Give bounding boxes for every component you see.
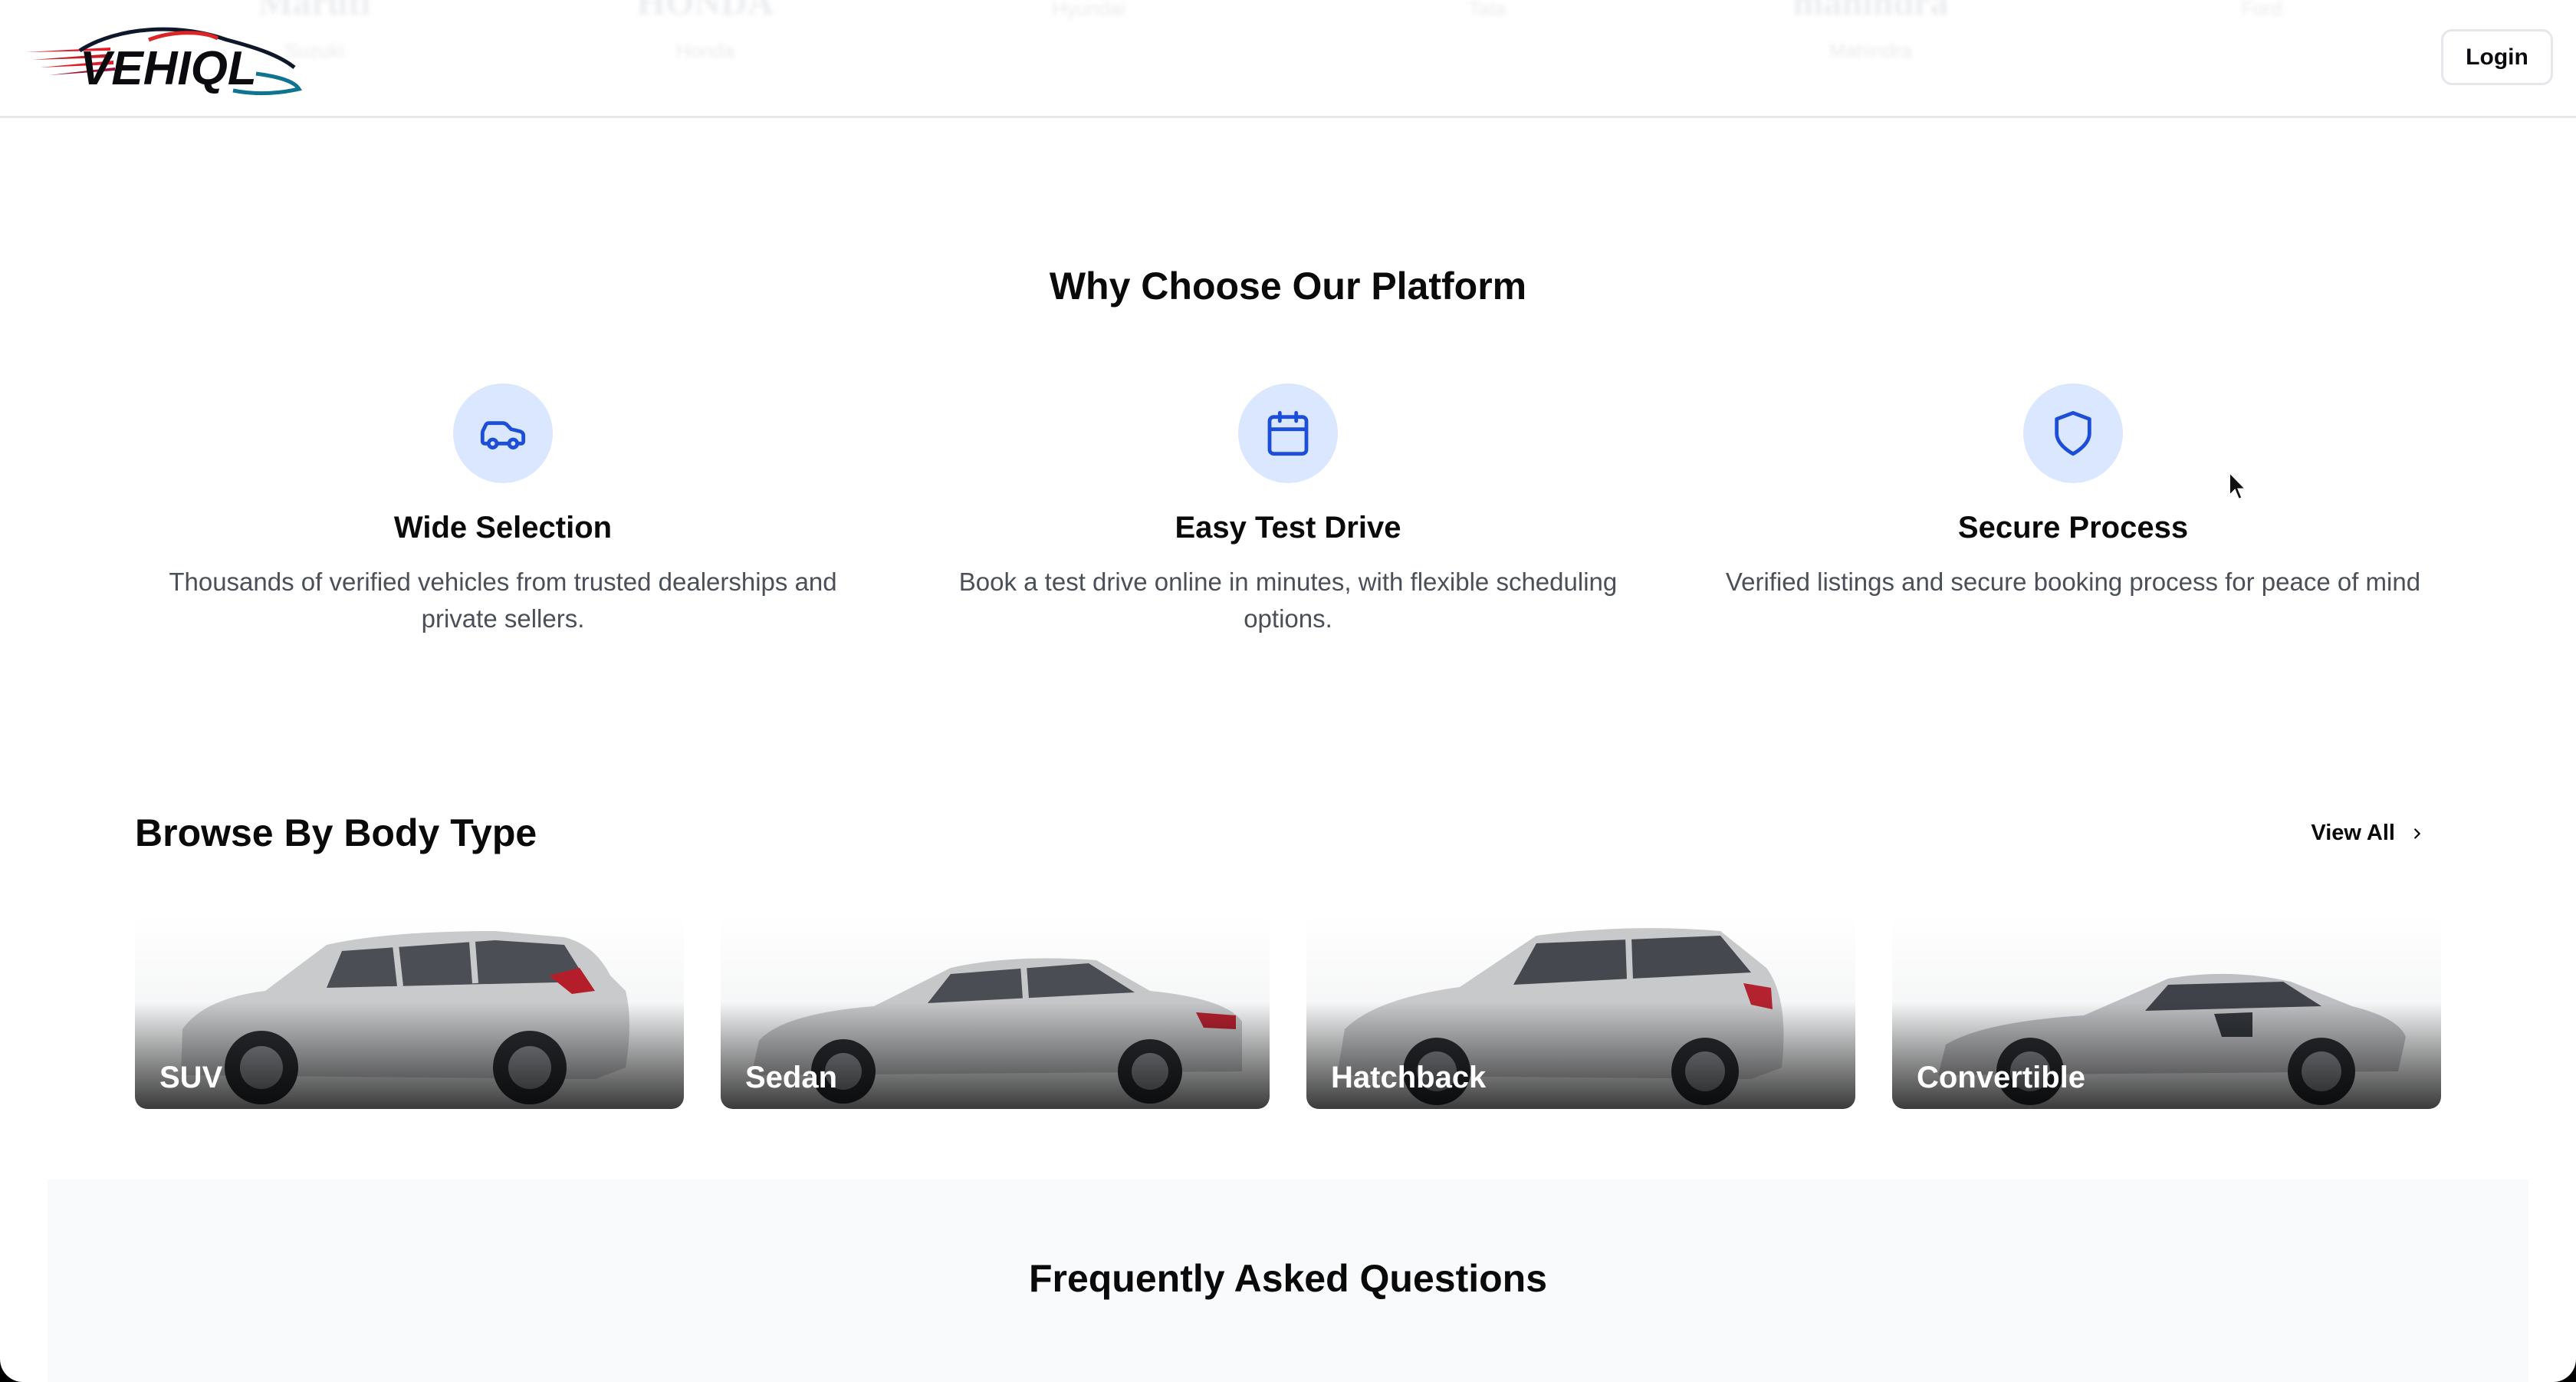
feature-description: Verified listings and secure booking pro… [1725, 568, 2421, 596]
shield-icon [2055, 410, 2091, 456]
view-all-link[interactable]: View All [2311, 821, 2426, 846]
body-type-label: Convertible [1917, 1061, 2086, 1094]
browse-body-type-title: Browse By Body Type [135, 811, 537, 854]
faq-title: Frequently Asked Questions [1028, 1257, 1548, 1300]
body-type-label: Hatchback [1331, 1061, 1487, 1094]
feature-icon-circle [1238, 383, 1338, 483]
feature-icon-circle [2023, 383, 2123, 483]
svg-text:VEHIQL: VEHIQL [80, 42, 257, 95]
feature-icon-circle [453, 383, 553, 483]
faq-section: Frequently Asked Questions [48, 1180, 2528, 1382]
feature-title: Wide Selection [393, 511, 613, 545]
features-grid: Wide Selection Thousands of verified veh… [135, 383, 2441, 660]
feature-easy-test-drive: Easy Test Drive Book a test drive online… [920, 383, 1656, 637]
chevron-right-icon [2414, 828, 2420, 839]
body-type-card-convertible[interactable]: Convertible [1892, 914, 2441, 1109]
feature-secure-process: Secure Process Verified listings and sec… [1705, 383, 2441, 601]
brand-strip: Maruti Suzuki HONDA Honda Hyundai Tata mah… [0, 0, 2576, 118]
brand-logo: mahindra Mahindra [1792, 0, 1949, 62]
vehiql-logo[interactable]: VEHIQL [26, 20, 320, 97]
body-type-label: Sedan [745, 1061, 838, 1094]
site-header: Maruti Suzuki HONDA Honda Hyundai Tata mah… [0, 0, 2576, 118]
brand-logo: Hyundai [1052, 0, 1125, 20]
feature-title: Easy Test Drive [1175, 511, 1401, 545]
feature-description: Thousands of verified vehicles from trus… [169, 568, 837, 633]
brand-logo: Ford [2241, 0, 2282, 20]
body-type-card-sedan[interactable]: Sedan [721, 914, 1270, 1109]
feature-title: Secure Process [1957, 511, 2189, 545]
page: Maruti Suzuki HONDA Honda Hyundai Tata mah… [0, 0, 2576, 1382]
view-all-label: View All [2311, 821, 2395, 845]
car-icon [480, 421, 526, 450]
why-choose-title: Why Choose Our Platform [1049, 265, 1527, 308]
brand-logo: HONDA Honda [636, 0, 774, 62]
calendar-icon [1267, 410, 1309, 456]
body-type-label: SUV [159, 1061, 223, 1094]
body-type-card-hatchback[interactable]: Hatchback [1306, 914, 1855, 1109]
body-type-cards: SUV Sedan Hatchback Convertible [135, 914, 2441, 1109]
feature-wide-selection: Wide Selection Thousands of verified veh… [135, 383, 871, 637]
feature-description: Book a test drive online in minutes, wit… [958, 568, 1618, 633]
brand-logo: Tata [1468, 0, 1506, 20]
body-type-card-suv[interactable]: SUV [135, 914, 684, 1109]
mouse-cursor-icon [2229, 471, 2248, 501]
login-button[interactable]: Login [2441, 29, 2553, 85]
